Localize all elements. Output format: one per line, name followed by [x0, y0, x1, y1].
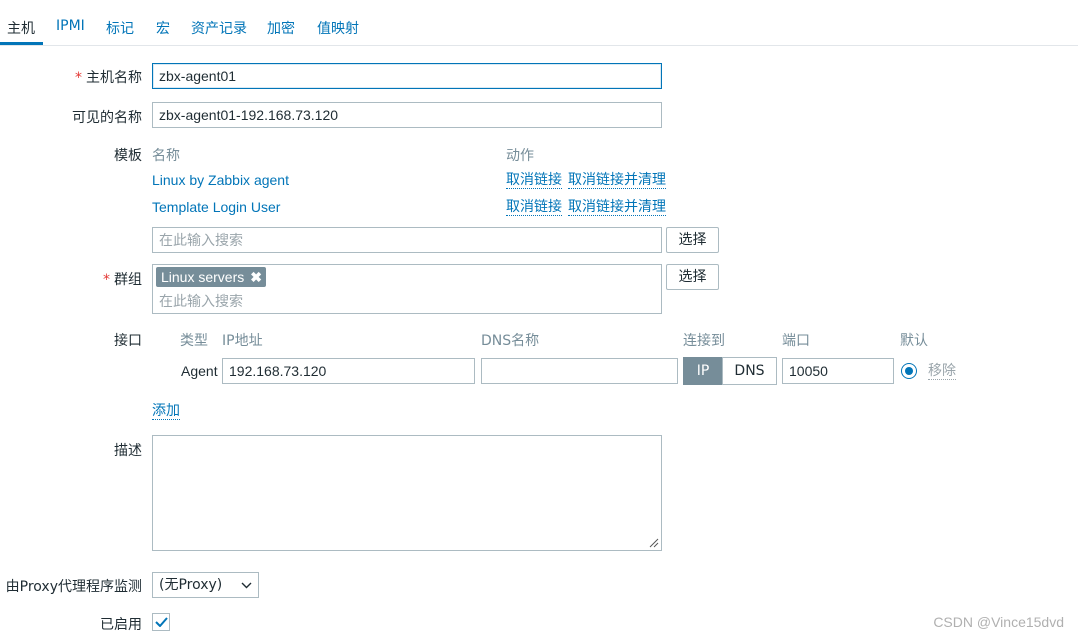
- add-interface-link[interactable]: 添加: [152, 403, 180, 420]
- visible-name-label: 可见的名称: [72, 110, 142, 126]
- group-search-input[interactable]: 在此输入搜索: [159, 291, 243, 311]
- tab-macros[interactable]: 宏: [156, 18, 170, 38]
- groups-multiselect[interactable]: Linux servers ✖ 在此输入搜索: [152, 264, 662, 314]
- iface-col-port: 端口: [782, 333, 810, 349]
- template-link-linux-agent[interactable]: Linux by Zabbix agent: [152, 172, 289, 188]
- unlink-and-clear-button[interactable]: 取消链接并清理: [568, 199, 666, 216]
- enabled-label: 已启用: [100, 617, 142, 633]
- close-icon[interactable]: ✖: [250, 267, 262, 287]
- description-label: 描述: [114, 443, 142, 459]
- template-select-button[interactable]: 选择: [666, 227, 719, 253]
- group-select-button[interactable]: 选择: [666, 264, 719, 290]
- host-name-label: * 主机名称: [75, 70, 142, 86]
- description-textarea[interactable]: [152, 435, 662, 551]
- visible-name-input[interactable]: zbx-agent01-192.168.73.120: [152, 102, 662, 128]
- tab-ipmi[interactable]: IPMI: [56, 18, 85, 34]
- groups-label: * 群组: [103, 272, 142, 288]
- tab-host[interactable]: 主机: [7, 18, 35, 38]
- iface-remove-link[interactable]: 移除: [928, 363, 956, 380]
- unlink-button[interactable]: 取消链接: [506, 172, 562, 189]
- iface-port-input[interactable]: 10050: [782, 358, 894, 384]
- chevron-down-icon: [241, 582, 252, 589]
- template-link-login-user[interactable]: Template Login User: [152, 199, 280, 215]
- templates-col-name: 名称: [152, 148, 180, 164]
- tab-bar: 主机 IPMI 标记 宏 资产记录 加密 值映射: [0, 0, 1078, 46]
- required-mark: *: [75, 70, 82, 86]
- default-interface-radio[interactable]: [901, 363, 917, 379]
- active-tab-indicator: [0, 42, 43, 45]
- template-search-input[interactable]: 在此输入搜索: [152, 227, 662, 253]
- watermark: CSDN @Vince15dvd: [933, 614, 1064, 630]
- iface-col-type: 类型: [180, 333, 208, 349]
- required-mark: *: [103, 272, 110, 288]
- proxy-select-value: (无Proxy): [159, 577, 223, 593]
- unlink-and-clear-button[interactable]: 取消链接并清理: [568, 172, 666, 189]
- templates-label: 模板: [114, 148, 142, 164]
- proxy-label: 由Proxy代理程序监测: [5, 579, 142, 595]
- connect-ip-toggle[interactable]: IP: [683, 357, 723, 385]
- iface-col-default: 默认: [900, 333, 928, 349]
- resize-handle-icon[interactable]: [649, 538, 659, 548]
- iface-col-dns: DNS名称: [481, 333, 540, 349]
- iface-col-ip: IP地址: [222, 333, 263, 349]
- iface-type-agent: Agent: [181, 363, 218, 379]
- interfaces-label: 接口: [114, 333, 142, 349]
- unlink-button[interactable]: 取消链接: [506, 199, 562, 216]
- enabled-checkbox[interactable]: [152, 613, 170, 631]
- iface-col-connect: 连接到: [683, 333, 725, 349]
- connect-dns-toggle[interactable]: DNS: [722, 357, 777, 385]
- check-icon: [155, 617, 168, 627]
- templates-col-action: 动作: [506, 148, 534, 164]
- tab-value-mapping[interactable]: 值映射: [317, 18, 359, 38]
- tab-encryption[interactable]: 加密: [267, 18, 295, 38]
- host-name-input[interactable]: zbx-agent01: [152, 63, 662, 89]
- tab-tags[interactable]: 标记: [106, 18, 134, 38]
- proxy-select[interactable]: (无Proxy): [152, 572, 259, 598]
- iface-ip-input[interactable]: 192.168.73.120: [222, 358, 475, 384]
- tab-inventory[interactable]: 资产记录: [191, 18, 247, 38]
- iface-dns-input[interactable]: [481, 358, 678, 384]
- group-chip-linux-servers: Linux servers ✖: [156, 267, 266, 287]
